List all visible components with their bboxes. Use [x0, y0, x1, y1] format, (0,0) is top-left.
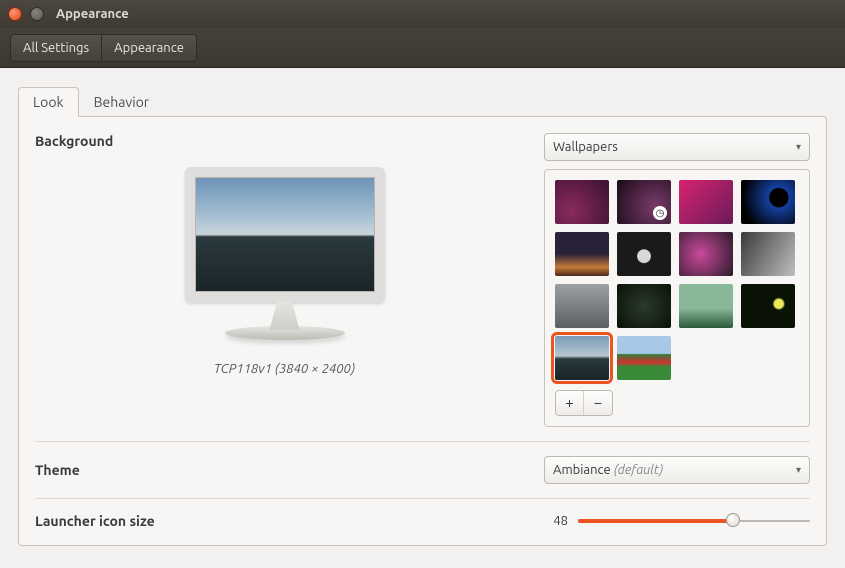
- wallpaper-grid: ◷: [544, 169, 810, 427]
- close-icon[interactable]: [8, 7, 22, 21]
- wallpaper-thumb[interactable]: [741, 180, 795, 224]
- tab-behavior[interactable]: Behavior: [79, 87, 165, 117]
- wallpaper-thumb[interactable]: [617, 284, 671, 328]
- wallpaper-thumb[interactable]: [679, 284, 733, 328]
- wallpaper-thumb[interactable]: [741, 232, 795, 276]
- wallpaper-thumb-selected[interactable]: [555, 336, 609, 380]
- wallpaper-thumb[interactable]: [555, 232, 609, 276]
- toolbar: All Settings Appearance: [0, 28, 845, 68]
- breadcrumb-appearance[interactable]: Appearance: [101, 34, 197, 62]
- wallpaper-source-value: Wallpapers: [553, 140, 618, 154]
- wallpaper-thumb[interactable]: [555, 284, 609, 328]
- window-title: Appearance: [56, 7, 129, 21]
- theme-combo[interactable]: Ambiance (default) ▾: [544, 456, 810, 484]
- chevron-down-icon: ▾: [796, 464, 801, 476]
- launcher-size-slider[interactable]: [578, 513, 810, 529]
- divider: [35, 498, 810, 499]
- wallpaper-thumb[interactable]: [555, 180, 609, 224]
- tab-look[interactable]: Look: [18, 87, 79, 117]
- background-label: Background: [35, 133, 113, 149]
- wallpaper-thumb[interactable]: [741, 284, 795, 328]
- minimize-icon[interactable]: [30, 7, 44, 21]
- add-wallpaper-button[interactable]: +: [556, 391, 584, 415]
- wallpaper-caption: TCP118v1 (3840 × 2400): [214, 362, 355, 376]
- theme-default-suffix: (default): [614, 463, 664, 477]
- monitor-screen: [185, 167, 385, 302]
- wallpaper-thumb[interactable]: [617, 232, 671, 276]
- clock-icon: ◷: [653, 206, 667, 220]
- tab-bar: Look Behavior: [18, 87, 827, 117]
- monitor-preview: [175, 167, 395, 340]
- add-remove-group: + −: [555, 390, 613, 416]
- title-bar: Appearance: [0, 0, 845, 28]
- wallpaper-source-combo[interactable]: Wallpapers ▾: [544, 133, 810, 161]
- launcher-size-label: Launcher icon size: [35, 513, 155, 529]
- wallpaper-thumb[interactable]: [617, 336, 671, 380]
- wallpaper-thumb[interactable]: [679, 180, 733, 224]
- theme-value: Ambiance: [553, 463, 611, 477]
- remove-wallpaper-button[interactable]: −: [584, 391, 612, 415]
- breadcrumb-all-settings[interactable]: All Settings: [10, 34, 101, 62]
- theme-label: Theme: [35, 462, 80, 478]
- launcher-size-value: 48: [544, 514, 568, 528]
- look-panel: Background TCP118v1 (3840 × 2400) Wallpa…: [18, 116, 827, 546]
- divider: [35, 441, 810, 442]
- wallpaper-thumb[interactable]: [679, 232, 733, 276]
- chevron-down-icon: ▾: [796, 141, 801, 153]
- wallpaper-thumb[interactable]: ◷: [617, 180, 671, 224]
